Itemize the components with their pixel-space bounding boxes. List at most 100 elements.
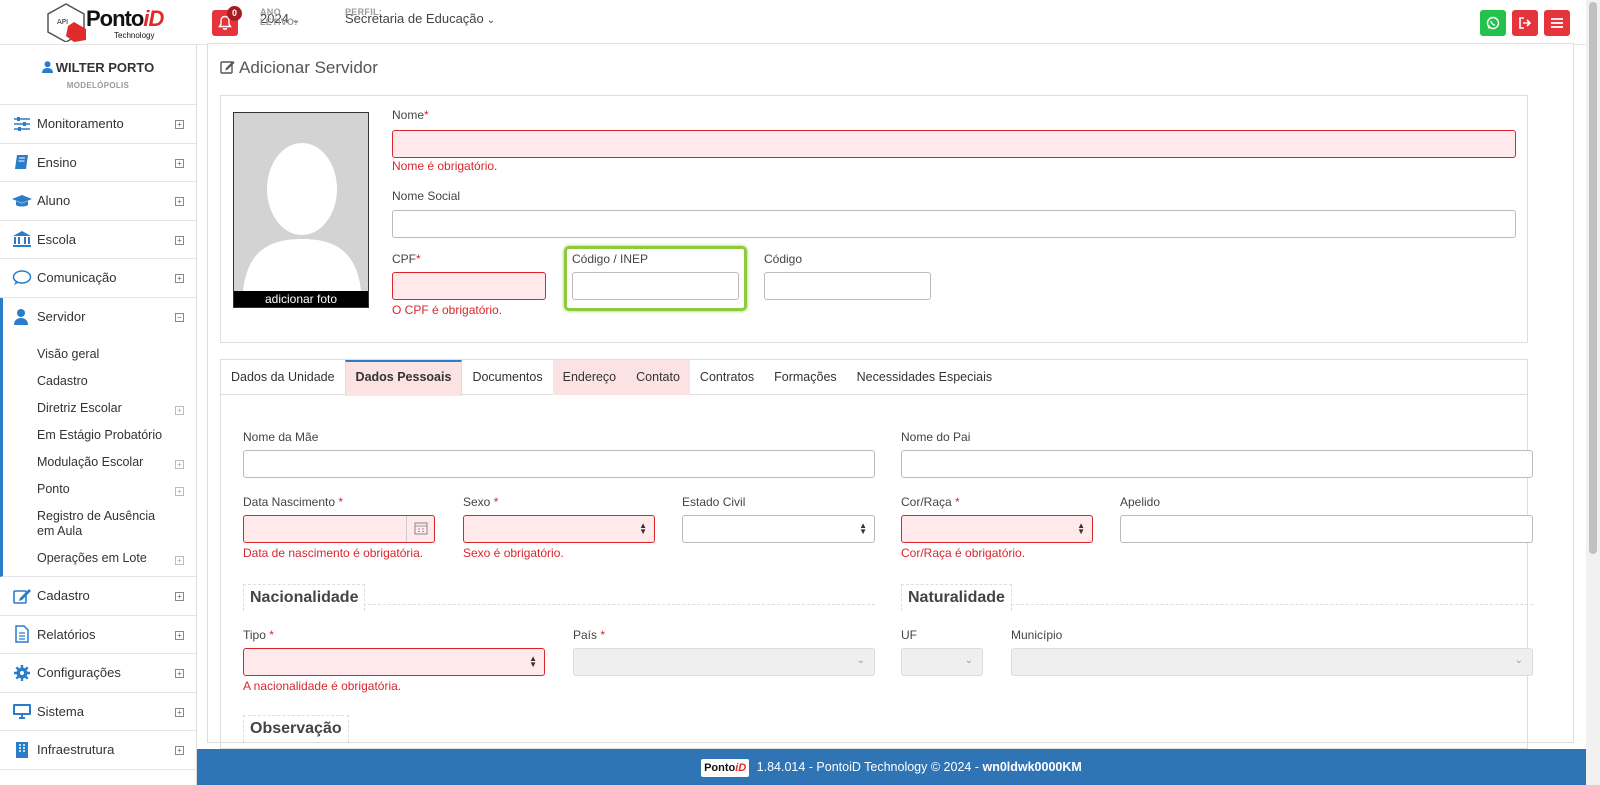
tab-endereco[interactable]: Endereço — [552, 360, 627, 395]
sidebar-item-label: Configurações — [37, 665, 121, 681]
cpf-error: O CPF é obrigatório. — [392, 303, 503, 317]
sidebar-item-configuracoes[interactable]: Configurações + — [0, 654, 196, 693]
whatsapp-button[interactable] — [1480, 10, 1506, 36]
ano-letivo-selector[interactable]: ANO LETIVO: 2024 ⌄ — [260, 7, 300, 27]
expand-icon[interactable]: + — [175, 746, 184, 755]
codigo-label: Código — [764, 252, 803, 266]
expand-icon[interactable]: + — [175, 158, 184, 168]
scrollbar-thumb[interactable] — [1589, 2, 1597, 554]
cpf-input[interactable] — [392, 272, 546, 300]
submenu-item-visao-geral[interactable]: Visão geral — [37, 341, 196, 368]
calendar-button[interactable] — [406, 516, 434, 542]
submenu-item-diretriz-escolar[interactable]: Diretriz Escolar + — [37, 395, 196, 422]
sidebar-item-ensino[interactable]: Ensino + — [0, 144, 196, 182]
estado-civil-label: Estado Civil — [682, 495, 746, 509]
expand-icon[interactable]: + — [175, 592, 184, 601]
nome-pai-input[interactable] — [901, 450, 1533, 478]
main-content: Adicionar Servidor adicionar foto Nome* … — [207, 43, 1574, 749]
observacao-title: Observação — [243, 715, 349, 742]
collapse-icon[interactable]: − — [175, 312, 184, 322]
bank-icon — [13, 231, 31, 248]
user-icon — [41, 61, 53, 73]
logo-sub-text: Technology — [114, 31, 155, 40]
select-arrows-icon: ▲ ▼ — [859, 521, 867, 536]
tipo-select[interactable]: ▲ ▼ — [243, 648, 545, 676]
cor-raca-label: Cor/Raça * — [901, 495, 960, 509]
expand-icon[interactable]: + — [175, 274, 184, 283]
expand-icon[interactable]: + — [175, 556, 184, 565]
tab-dados-pessoais[interactable]: Dados Pessoais — [344, 360, 463, 396]
estado-civil-select[interactable]: ▲ ▼ — [682, 515, 875, 543]
perfil-selector[interactable]: PERFIL: Secretaria de Educação ⌄ — [345, 7, 495, 26]
apelido-input[interactable] — [1120, 515, 1533, 543]
sidebar-item-relatorios[interactable]: Relatórios + — [0, 616, 196, 654]
chat-icon — [12, 270, 32, 285]
logout-button[interactable] — [1512, 10, 1538, 36]
inep-input[interactable] — [572, 272, 739, 300]
submenu-item-cadastro[interactable]: Cadastro — [37, 368, 196, 395]
expand-icon[interactable]: + — [175, 707, 184, 717]
nome-social-label: Nome Social — [392, 189, 461, 203]
tab-documentos[interactable]: Documentos — [462, 360, 552, 395]
tab-necessidades-especiais[interactable]: Necessidades Especiais — [847, 360, 1003, 395]
nome-input[interactable] — [392, 130, 1516, 158]
tab-contratos[interactable]: Contratos — [690, 360, 764, 395]
identification-panel: adicionar foto Nome* Nome é obrigatório.… — [220, 95, 1528, 343]
data-nascimento-input[interactable] — [243, 515, 435, 543]
nome-mae-label: Nome da Mãe — [243, 430, 319, 444]
page-title: Adicionar Servidor — [220, 58, 378, 78]
submenu-item-estagio-probatorio[interactable]: Em Estágio Probatório — [37, 422, 196, 449]
nome-mae-input[interactable] — [243, 450, 875, 478]
sidebar-item-aluno[interactable]: Aluno + — [0, 182, 196, 221]
main-menu-button[interactable] — [1544, 10, 1570, 36]
expand-icon[interactable]: + — [175, 406, 184, 415]
photo-upload[interactable]: adicionar foto — [233, 112, 369, 308]
tab-bar: Dados da Unidade Dados Pessoais Document… — [221, 360, 1527, 396]
tab-formacoes[interactable]: Formações — [764, 360, 847, 395]
svg-text:API: API — [57, 18, 68, 26]
nome-social-input[interactable] — [392, 210, 1516, 238]
expand-icon[interactable]: + — [175, 630, 184, 640]
municipio-dropdown[interactable]: ⌄ — [1011, 648, 1533, 676]
graduation-cap-icon — [12, 194, 32, 207]
sidebar-item-servidor[interactable]: Servidor − — [0, 297, 196, 336]
footer-logo: PontoiD — [701, 758, 750, 777]
footer-host: wn0ldwk0000KM — [982, 760, 1082, 774]
expand-icon[interactable]: + — [175, 460, 184, 469]
submenu-item-ponto[interactable]: Ponto + — [37, 476, 196, 503]
app-logo[interactable]: API PontoiD Technology — [38, 0, 164, 44]
chevron-down-icon: ⌄ — [964, 655, 973, 666]
sliders-icon — [14, 116, 30, 131]
expand-icon[interactable]: + — [175, 235, 184, 245]
expand-icon[interactable]: + — [175, 120, 184, 129]
edit-icon — [220, 61, 235, 74]
sexo-select[interactable]: ▲ ▼ — [463, 515, 655, 543]
nacionalidade-title: Nacionalidade — [243, 584, 366, 611]
codigo-input[interactable] — [764, 272, 931, 300]
expand-icon[interactable]: + — [175, 197, 184, 206]
sidebar-item-label: Comunicação — [37, 270, 117, 286]
submenu-item-registro-ausencia[interactable]: Registro de Ausência em Aula — [37, 503, 167, 545]
sidebar-item-cadastro[interactable]: Cadastro + — [0, 577, 196, 616]
submenu-item-operacoes-lote[interactable]: Operações em Lote + — [37, 545, 196, 572]
sidebar-item-infraestrutura[interactable]: Infraestrutura + — [0, 731, 196, 770]
cor-raca-select[interactable]: ▲ ▼ — [901, 515, 1093, 543]
inep-label: Código / INEP — [572, 252, 649, 266]
pais-dropdown[interactable]: ⌄ — [573, 648, 875, 676]
footer-version: 1.84.014 - PontoiD Technology © 2024 - — [756, 760, 979, 774]
page-scrollbar[interactable] — [1586, 0, 1600, 785]
tab-dados-unidade[interactable]: Dados da Unidade — [221, 360, 345, 395]
select-arrows-icon: ▲ ▼ — [1077, 521, 1085, 536]
tab-contato[interactable]: Contato — [626, 360, 690, 395]
sidebar-item-comunicacao[interactable]: Comunicação + — [0, 259, 196, 298]
expand-icon[interactable]: + — [175, 669, 184, 678]
calendar-icon — [414, 522, 428, 535]
perfil-label: PERFIL: — [345, 7, 383, 17]
apelido-label: Apelido — [1120, 495, 1161, 509]
uf-dropdown[interactable]: ⌄ — [901, 648, 983, 676]
sidebar-item-sistema[interactable]: Sistema + — [0, 693, 196, 731]
sidebar-item-monitoramento[interactable]: Monitoramento + — [0, 105, 196, 144]
sidebar-item-escola[interactable]: Escola + — [0, 221, 196, 259]
submenu-item-modulacao-escolar[interactable]: Modulação Escolar + — [37, 449, 196, 476]
expand-icon[interactable]: + — [175, 487, 184, 496]
